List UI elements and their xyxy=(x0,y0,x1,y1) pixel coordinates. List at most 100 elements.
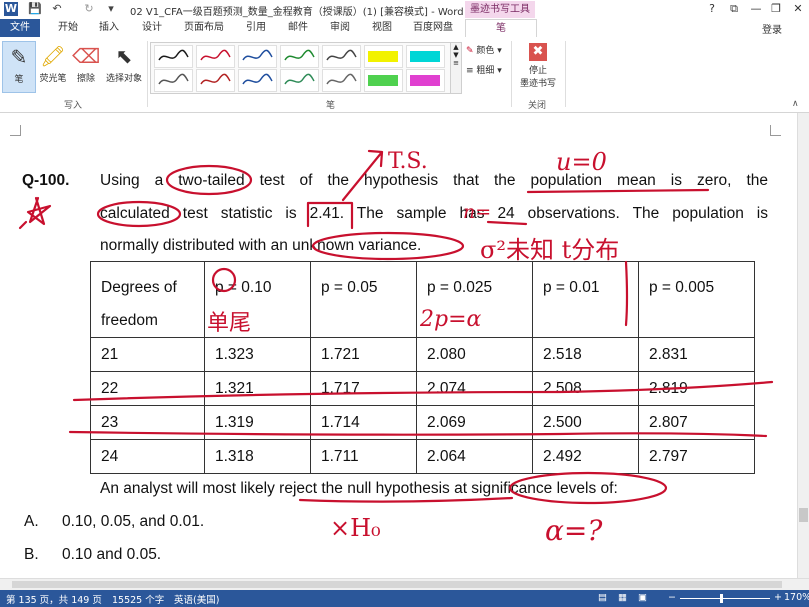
header-degrees: Degrees of xyxy=(101,279,177,296)
pen-swatch[interactable] xyxy=(238,69,277,92)
tab-mailings[interactable]: 邮件 xyxy=(282,19,314,37)
pen-button[interactable]: ✎ 笔 xyxy=(2,41,36,93)
tab-design[interactable]: 设计 xyxy=(136,19,168,37)
close-group-label: 关闭 xyxy=(528,101,547,111)
help-button[interactable]: ? xyxy=(702,1,722,17)
question-text-line-2: calculated test statistic is 2.41. The s… xyxy=(100,205,768,222)
question-number: Q-100. xyxy=(22,172,70,189)
group-separator xyxy=(565,41,566,107)
highlighter-icon: 🖍 xyxy=(40,44,66,68)
option-a-letter: A. xyxy=(24,513,39,530)
cursor-icon: ⬉ xyxy=(115,44,133,68)
zoom-slider-track[interactable] xyxy=(680,598,770,599)
table-cell: 1.319 xyxy=(204,405,311,440)
pen-swatch[interactable] xyxy=(154,45,193,68)
pen-thickness-button[interactable]: ≡ 粗细 ▾ xyxy=(466,63,502,76)
option-b-letter: B. xyxy=(24,546,39,563)
page-count[interactable]: 第 135 页，共 149 页 xyxy=(6,592,102,606)
tab-review[interactable]: 审阅 xyxy=(324,19,356,37)
t-distribution-table: Degrees of freedom p = 0.10 p = 0.05 p =… xyxy=(90,261,755,474)
pen-swatch[interactable] xyxy=(280,69,319,92)
table-cell: 2.518 xyxy=(532,337,639,372)
pen-swatch[interactable] xyxy=(196,69,235,92)
close-button[interactable]: ✕ xyxy=(788,1,808,17)
eraser-button[interactable]: ⌫ 擦除 xyxy=(72,41,100,91)
pen-color-button[interactable]: ✎ 颜色 ▾ xyxy=(466,43,502,56)
select-objects-button[interactable]: ⬉ 选择对象 xyxy=(102,41,146,91)
stop-inking-button[interactable]: ✖ 停止 墨迹书写 xyxy=(515,41,561,93)
vertical-scrollbar[interactable] xyxy=(797,113,809,578)
login-link[interactable]: 登录 xyxy=(762,21,782,36)
table-row: 24 1.318 1.711 2.064 2.492 2.797 xyxy=(90,439,755,474)
undo-icon[interactable]: ↶ xyxy=(50,2,64,16)
pen-swatch[interactable] xyxy=(154,69,193,92)
zoom-slider-knob[interactable] xyxy=(720,594,723,603)
web-layout-icon[interactable]: ▣ xyxy=(638,592,647,603)
table-cell: 1.711 xyxy=(310,439,417,474)
tab-pen[interactable]: 笔 xyxy=(465,19,537,39)
tab-references[interactable]: 引用 xyxy=(240,19,272,37)
tab-home[interactable]: 开始 xyxy=(52,19,84,37)
read-mode-icon[interactable]: ▤ xyxy=(598,592,607,603)
customize-toolbar-icon[interactable]: ▾ xyxy=(104,2,118,16)
ribbon-display-button[interactable]: ⧉ xyxy=(724,1,744,17)
horizontal-scroll-thumb[interactable] xyxy=(12,581,782,588)
redo-icon[interactable]: ↻ xyxy=(82,2,96,16)
table-header-cell: p = 0.01 xyxy=(532,261,639,338)
pen-swatch[interactable] xyxy=(406,45,445,68)
table-cell: 2.080 xyxy=(416,337,533,372)
crop-mark xyxy=(770,125,781,136)
tab-baidu-netdisk[interactable]: 百度网盘 xyxy=(408,19,458,37)
table-row: 21 1.323 1.721 2.080 2.518 2.831 xyxy=(90,337,755,372)
pen-swatch[interactable] xyxy=(322,69,361,92)
word-count[interactable]: 15525 个字 xyxy=(112,592,164,606)
table-cell: 2.074 xyxy=(416,371,533,406)
pen-swatch[interactable] xyxy=(280,45,319,68)
crop-mark xyxy=(10,125,21,136)
option-b-text: 0.10 and 0.05. xyxy=(62,546,162,563)
pen-swatch[interactable] xyxy=(364,45,403,68)
highlighter-button[interactable]: 🖍 荧光笔 xyxy=(36,41,70,91)
pen-swatch[interactable] xyxy=(196,45,235,68)
pen-gallery xyxy=(150,42,452,94)
print-layout-icon[interactable]: ▦ xyxy=(618,592,627,603)
table-cell: 2.819 xyxy=(638,371,755,406)
table-row: 22 1.321 1.717 2.074 2.508 2.819 xyxy=(90,371,755,406)
gallery-scroll[interactable]: ▲ ▼ ≡ xyxy=(450,42,462,94)
pen-swatch[interactable] xyxy=(406,69,445,92)
question-text-line-1: Using a two-tailed test of the hypothesi… xyxy=(100,172,768,189)
pen-swatch[interactable] xyxy=(238,45,277,68)
save-icon[interactable]: 💾 xyxy=(28,2,42,16)
highlighter-button-label: 荧光笔 xyxy=(39,74,67,84)
ribbon-tab-row: 文件 开始 插入 设计 页面布局 引用 邮件 审阅 视图 百度网盘 笔 登录 xyxy=(0,19,809,39)
maximize-button[interactable]: ❐ xyxy=(766,1,786,17)
table-header-row: Degrees of freedom p = 0.10 p = 0.05 p =… xyxy=(90,261,755,338)
pen-swatch[interactable] xyxy=(364,69,403,92)
option-a-text: 0.10, 0.05, and 0.01. xyxy=(62,513,205,530)
eraser-button-label: 擦除 xyxy=(76,74,95,84)
zoom-level[interactable]: 170% xyxy=(784,592,809,603)
zoom-out-button[interactable]: − xyxy=(668,592,676,603)
tab-page-layout[interactable]: 页面布局 xyxy=(178,19,230,37)
header-freedom: freedom xyxy=(101,312,158,329)
table-header-cell: p = 0.025 xyxy=(416,261,533,338)
vertical-scroll-thumb[interactable] xyxy=(799,508,808,522)
tab-view[interactable]: 视图 xyxy=(366,19,398,37)
table-header-cell: p = 0.05 xyxy=(310,261,417,338)
pen-button-label: 笔 xyxy=(14,75,24,85)
minimize-button[interactable]: — xyxy=(746,1,766,17)
table-cell: 1.721 xyxy=(310,337,417,372)
word-app-icon[interactable]: W xyxy=(4,2,18,16)
tab-file[interactable]: 文件 xyxy=(0,19,40,37)
pen-thickness-label: 粗细 xyxy=(476,66,495,76)
collapse-ribbon-icon[interactable]: ∧ xyxy=(792,99,799,109)
table-row: 23 1.319 1.714 2.069 2.500 2.807 xyxy=(90,405,755,440)
table-cell: 24 xyxy=(90,439,205,474)
table-cell: 2.069 xyxy=(416,405,533,440)
pen-swatch[interactable] xyxy=(322,45,361,68)
zoom-in-button[interactable]: + xyxy=(774,592,782,603)
table-cell: 23 xyxy=(90,405,205,440)
tab-insert[interactable]: 插入 xyxy=(93,19,125,37)
language-indicator[interactable]: 英语(美国) xyxy=(174,592,219,606)
follow-up-question: An analyst will most likely reject the n… xyxy=(100,480,618,497)
